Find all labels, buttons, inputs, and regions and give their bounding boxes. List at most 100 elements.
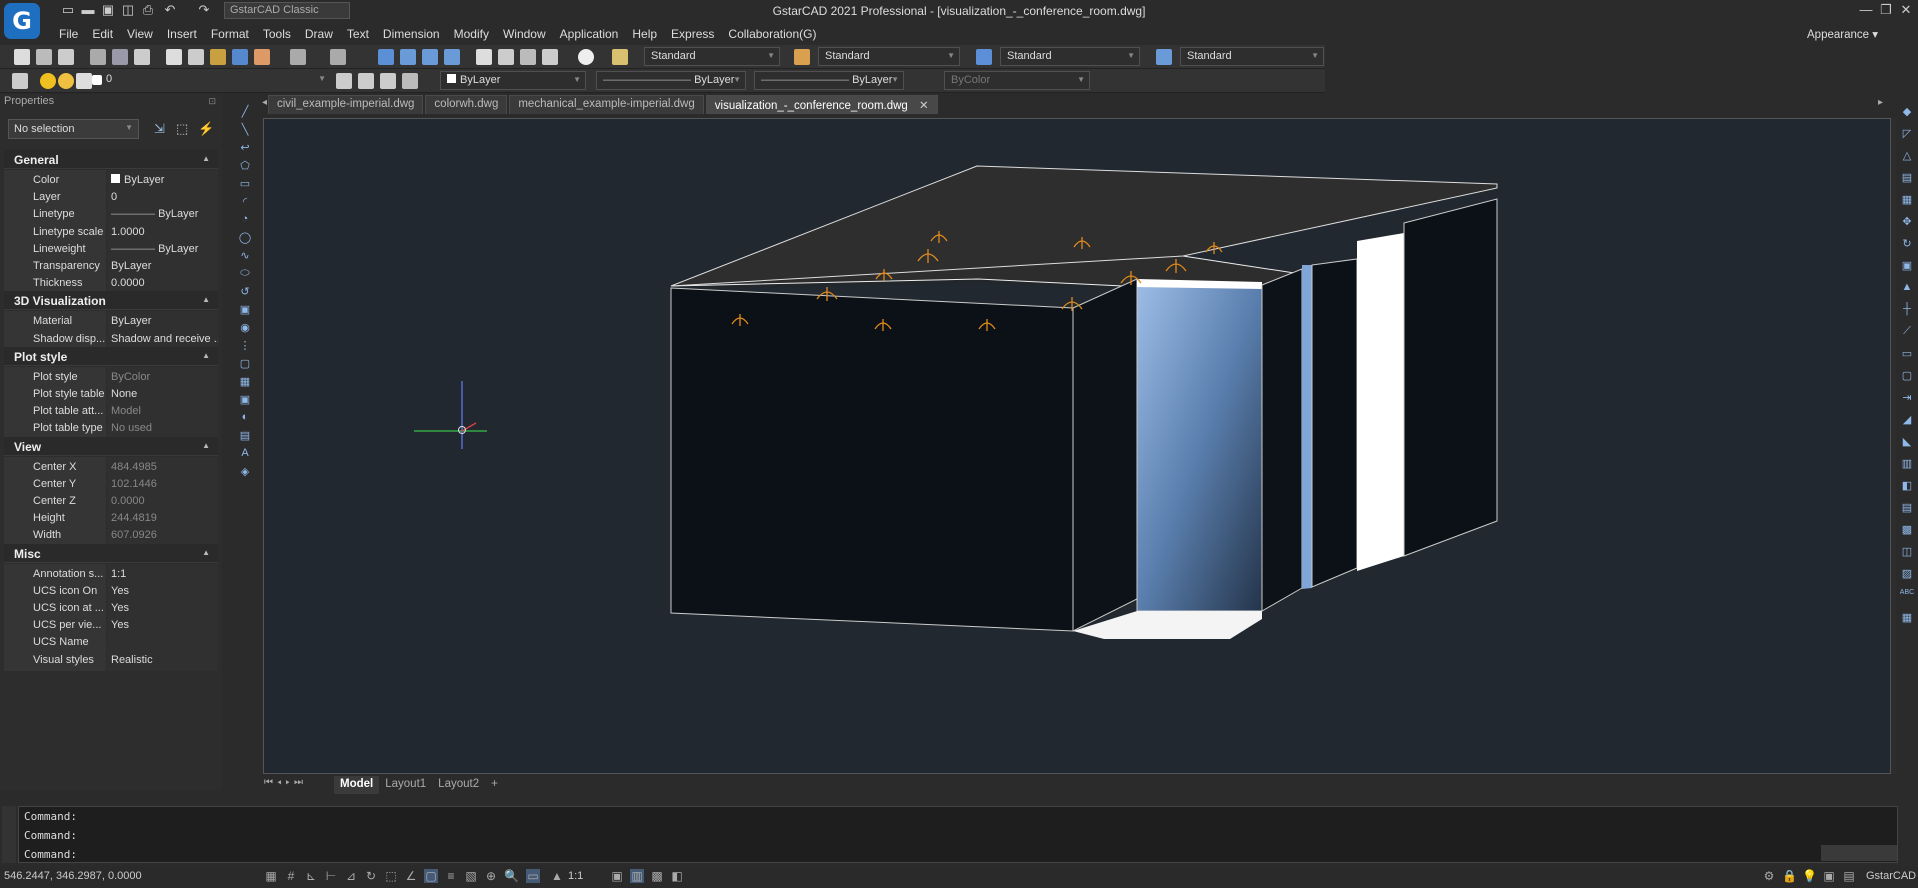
- draw-tool-icon[interactable]: ▣: [237, 393, 253, 407]
- model-space-icon[interactable]: ▭: [526, 869, 540, 883]
- tab-colorwh[interactable]: colorwh.dwg: [425, 95, 508, 114]
- modify-tool-icon[interactable]: ▥: [1899, 457, 1915, 471]
- pan-icon[interactable]: [378, 49, 394, 65]
- close-tab-icon[interactable]: ✕: [919, 100, 929, 112]
- tab-layout1[interactable]: Layout1: [379, 776, 432, 794]
- properties-icon[interactable]: [476, 49, 492, 65]
- annotation-visibility-icon[interactable]: ▣: [610, 869, 624, 883]
- property-row[interactable]: Visual styles Realistic: [4, 649, 218, 671]
- annotation-scale-value[interactable]: 1:1: [568, 870, 583, 882]
- draw-tool-icon[interactable]: ∿: [237, 249, 253, 263]
- restore-button[interactable]: ❐: [1876, 2, 1896, 20]
- layer-on-icon[interactable]: [40, 73, 56, 89]
- tab-model[interactable]: Model: [334, 776, 380, 794]
- draw-tool-icon[interactable]: ⋮: [237, 339, 253, 353]
- draw-tool-icon[interactable]: A: [237, 447, 253, 461]
- layer-previous-icon[interactable]: [358, 73, 374, 89]
- menu-window[interactable]: Window: [496, 24, 553, 44]
- menu-collaboration[interactable]: Collaboration(G): [721, 24, 823, 44]
- layer-dropdown[interactable]: 0 ▼: [100, 71, 330, 90]
- linetype-dropdown[interactable]: ———————— ByLayer ▼: [596, 71, 746, 90]
- matchprop-icon[interactable]: [232, 49, 248, 65]
- command-prompt[interactable]: Command:: [24, 848, 77, 861]
- draw-tool-icon[interactable]: ◜: [237, 195, 253, 209]
- cut-icon[interactable]: [166, 49, 182, 65]
- paste-icon[interactable]: [210, 49, 226, 65]
- menu-help[interactable]: Help: [625, 24, 664, 44]
- menu-tools[interactable]: Tools: [256, 24, 298, 44]
- command-window[interactable]: Command: Command: Command:: [18, 806, 1898, 863]
- workspace-gear-icon[interactable]: ⚙: [1762, 869, 1776, 883]
- plotstyle-dropdown[interactable]: ByColor ▼: [944, 71, 1090, 90]
- preview-icon[interactable]: [134, 49, 150, 65]
- zoom-realtime-icon[interactable]: [400, 49, 416, 65]
- menu-application[interactable]: Application: [553, 24, 626, 44]
- toggle-pickadd-icon[interactable]: ⇲: [154, 121, 170, 137]
- save-icon[interactable]: [58, 49, 74, 65]
- draw-tool-icon[interactable]: ⬭: [237, 267, 253, 281]
- quick-select-icon[interactable]: ⚡: [198, 121, 214, 137]
- appearance-menu[interactable]: Appearance ▾: [1807, 27, 1878, 41]
- menu-format[interactable]: Format: [204, 24, 256, 44]
- menu-text[interactable]: Text: [340, 24, 376, 44]
- modify-tool-icon[interactable]: ▦: [1899, 611, 1915, 625]
- new-icon[interactable]: [14, 49, 30, 65]
- modify-tool-icon[interactable]: ◸: [1899, 127, 1915, 141]
- section-view[interactable]: View ▲: [4, 436, 218, 456]
- modify-tool-icon[interactable]: ABC: [1899, 589, 1915, 603]
- menu-insert[interactable]: Insert: [160, 24, 204, 44]
- block-icon[interactable]: [254, 49, 270, 65]
- draw-tool-icon[interactable]: ↩: [237, 141, 253, 155]
- draw-tool-icon[interactable]: ▭: [237, 177, 253, 191]
- modify-tool-icon[interactable]: ▲: [1899, 281, 1915, 295]
- copy-icon[interactable]: [188, 49, 204, 65]
- draw-tool-icon[interactable]: ◉: [237, 321, 253, 335]
- draw-tool-icon[interactable]: ▣: [237, 303, 253, 317]
- redo-icon[interactable]: [330, 49, 346, 65]
- collapse-icon[interactable]: ▲: [202, 441, 210, 450]
- modify-tool-icon[interactable]: ⇥: [1899, 391, 1915, 405]
- help-icon[interactable]: [578, 49, 594, 65]
- draw-tool-icon[interactable]: ↺: [237, 285, 253, 299]
- mleader-style-dropdown[interactable]: Standard ▼: [1180, 47, 1324, 66]
- modify-tool-icon[interactable]: ▣: [1899, 259, 1915, 273]
- collapse-icon[interactable]: ▲: [202, 295, 210, 304]
- dynamic-input-icon[interactable]: ⊢: [324, 869, 338, 883]
- hardware-acceleration-icon[interactable]: ▩: [650, 869, 664, 883]
- polar-icon[interactable]: ↻: [364, 869, 378, 883]
- modify-tool-icon[interactable]: ◢: [1899, 413, 1915, 427]
- tool-palettes-icon[interactable]: [520, 49, 536, 65]
- layout-nav-icons[interactable]: ⏮◂▸⏭: [264, 777, 307, 788]
- infer-icon[interactable]: ⊾: [304, 869, 318, 883]
- color-dropdown[interactable]: ByLayer ▼: [440, 71, 586, 90]
- modify-tool-icon[interactable]: ⟋: [1899, 325, 1915, 339]
- layer-states-icon[interactable]: [380, 73, 396, 89]
- draw-tool-icon[interactable]: ◈: [237, 465, 253, 479]
- select-objects-icon[interactable]: ⬚: [176, 121, 192, 137]
- tab-add-icon[interactable]: ▸: [1878, 97, 1883, 108]
- modify-tool-icon[interactable]: ▦: [1899, 193, 1915, 207]
- collapse-icon[interactable]: ▲: [202, 154, 210, 163]
- selection-cycling-icon[interactable]: ⊕: [484, 869, 498, 883]
- close-button[interactable]: ✕: [1896, 2, 1916, 20]
- collapse-icon[interactable]: ▲: [202, 351, 210, 360]
- zoom-window-icon[interactable]: [422, 49, 438, 65]
- draw-tool-icon[interactable]: ◐: [237, 411, 253, 425]
- collapse-icon[interactable]: ▲: [202, 548, 210, 557]
- draw-tool-icon[interactable]: ◔: [237, 213, 253, 227]
- modify-tool-icon[interactable]: ◆: [1899, 105, 1915, 119]
- modify-tool-icon[interactable]: ▭: [1899, 347, 1915, 361]
- modify-tool-icon[interactable]: ◣: [1899, 435, 1915, 449]
- modify-tool-icon[interactable]: ✥: [1899, 215, 1915, 229]
- tab-scroll-left-icon[interactable]: ◂: [262, 97, 267, 108]
- ortho-icon[interactable]: ⊿: [344, 869, 358, 883]
- transparency-icon[interactable]: ▧: [464, 869, 478, 883]
- annotation-scale-icon[interactable]: ▲: [550, 869, 564, 883]
- menu-edit[interactable]: Edit: [85, 24, 120, 44]
- panel-pin-icon[interactable]: ⊡: [208, 96, 216, 107]
- property-value[interactable]: Realistic: [107, 649, 218, 671]
- menu-view[interactable]: View: [120, 24, 160, 44]
- auto-scale-icon[interactable]: ▥: [630, 869, 644, 883]
- clean-screen-icon[interactable]: ▣: [1822, 869, 1836, 883]
- draw-tool-icon[interactable]: ▦: [237, 375, 253, 389]
